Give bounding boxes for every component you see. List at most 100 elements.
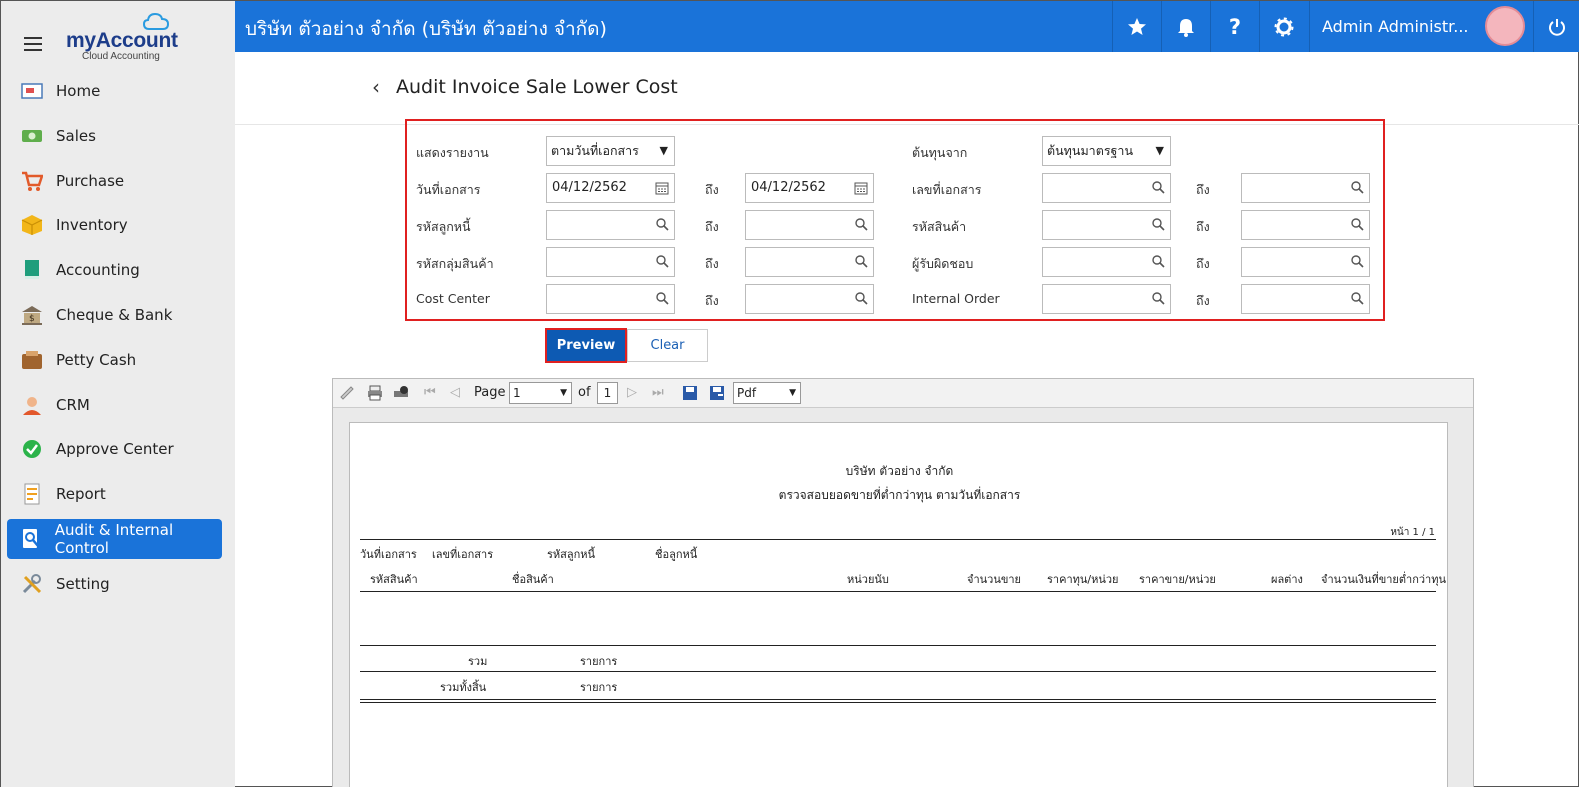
debtor-code-from-field[interactable] <box>546 210 675 240</box>
svg-text:$: $ <box>29 314 35 324</box>
col-amount-below-cost: จำนวนเงินที่ขายต่ำกว่าทุน <box>1321 573 1446 586</box>
logo-my: my <box>66 29 96 52</box>
doc-date-from-value: 04/12/2562 <box>552 180 627 195</box>
top-bar: บริษัท ตัวอย่าง จำกัด (บริษัท ตัวอย่าง จ… <box>235 1 1579 52</box>
star-icon <box>1128 17 1146 35</box>
search-icon[interactable] <box>656 292 669 305</box>
clear-button[interactable]: Clear <box>627 329 708 362</box>
notifications-button[interactable] <box>1161 1 1210 52</box>
sidebar-item-label: Cheque & Bank <box>56 305 173 324</box>
product-code-to-field[interactable] <box>1241 210 1370 240</box>
doc-no-from-field[interactable] <box>1042 173 1171 203</box>
search-icon[interactable] <box>1152 255 1165 268</box>
product-group-from-field[interactable] <box>546 247 675 277</box>
cost-from-select[interactable]: ต้นทุนมาตรฐาน ▼ <box>1042 136 1171 166</box>
prev-page-icon[interactable]: ◁ <box>450 385 460 400</box>
sidebar-item-purchase[interactable]: Purchase <box>7 161 222 201</box>
calendar-icon[interactable] <box>854 181 868 195</box>
search-icon[interactable] <box>1351 292 1364 305</box>
page-title: Audit Invoice Sale Lower Cost <box>396 76 678 98</box>
internal-order-to-field[interactable] <box>1241 284 1370 314</box>
doc-no-to-field[interactable] <box>1241 173 1370 203</box>
settings-button[interactable] <box>1259 1 1308 52</box>
sidebar-item-sales[interactable]: Sales <box>7 116 222 156</box>
search-icon[interactable] <box>656 255 669 268</box>
sidebar-item-inventory[interactable]: Inventory <box>7 205 222 245</box>
calendar-icon[interactable] <box>655 181 669 195</box>
responsible-to-field[interactable] <box>1241 247 1370 277</box>
show-report-select[interactable]: ตามวันที่เอกสาร ▼ <box>546 136 675 166</box>
search-icon[interactable] <box>1351 255 1364 268</box>
sidebar-item-report[interactable]: Report <box>7 474 222 514</box>
caret-down-icon: ▼ <box>659 144 668 157</box>
search-icon[interactable] <box>656 218 669 231</box>
edit-icon[interactable] <box>339 385 355 401</box>
search-icon[interactable] <box>1351 181 1364 194</box>
col-doc-date: วันที่เอกสาร <box>360 548 417 561</box>
divider <box>360 671 1436 672</box>
report-page: บริษัท ตัวอย่าง จำกัด ตรวจสอบยอดขายที่ต่… <box>349 422 1448 787</box>
search-icon[interactable] <box>1152 292 1165 305</box>
sidebar-item-label: Setting <box>56 574 110 593</box>
sidebar-item-label: Home <box>56 82 101 100</box>
export-format-select[interactable]: Pdf ▼ <box>733 382 801 404</box>
search-icon[interactable] <box>1152 181 1165 194</box>
logo[interactable]: myAccount Cloud Accounting <box>66 13 178 62</box>
sidebar-item-home[interactable]: Home <box>7 71 222 111</box>
export-icon[interactable] <box>709 385 725 401</box>
favorites-button[interactable] <box>1112 1 1161 52</box>
responsible-from-field[interactable] <box>1042 247 1171 277</box>
avatar[interactable] <box>1485 6 1525 46</box>
user-menu[interactable]: Admin Administr... <box>1309 1 1535 52</box>
bank-icon: $ <box>21 304 43 326</box>
product-code-from-field[interactable] <box>1042 210 1171 240</box>
sidebar-item-label: Purchase <box>56 171 125 190</box>
question-icon: ? <box>1228 14 1242 39</box>
to-label: ถึง <box>1196 293 1210 308</box>
doc-date-to-field[interactable]: 04/12/2562 <box>745 173 874 203</box>
sidebar-item-cheque-bank[interactable]: $ Cheque & Bank <box>7 295 222 335</box>
sidebar-item-label: Petty Cash <box>56 350 137 369</box>
viewer-toolbar: ⏮ ◁ Page 1 ▼ of 1 ▷ ⏭ Pdf ▼ <box>333 379 1473 408</box>
logo-account: Account <box>95 29 178 52</box>
last-page-icon[interactable]: ⏭ <box>652 385 664 400</box>
cost-center-from-field[interactable] <box>546 284 675 314</box>
back-icon[interactable]: ‹ <box>372 75 380 99</box>
product-group-to-field[interactable] <box>745 247 874 277</box>
help-button[interactable]: ? <box>1210 1 1259 52</box>
print-server-icon[interactable] <box>393 385 409 401</box>
menu-toggle-icon[interactable] <box>24 37 42 51</box>
cost-center-to-field[interactable] <box>745 284 874 314</box>
col-difference: ผลต่าง <box>1271 573 1303 586</box>
search-icon[interactable] <box>855 255 868 268</box>
export-format-value: Pdf <box>737 386 757 400</box>
cloud-icon <box>143 13 169 30</box>
print-icon[interactable] <box>367 385 383 401</box>
logout-button[interactable] <box>1533 1 1579 52</box>
page-number-select[interactable]: 1 ▼ <box>509 382 572 404</box>
search-icon[interactable] <box>855 218 868 231</box>
sidebar-item-petty-cash[interactable]: Petty Cash <box>7 340 222 380</box>
sidebar-item-setting[interactable]: Setting <box>7 564 222 604</box>
search-icon[interactable] <box>1351 218 1364 231</box>
save-icon[interactable] <box>682 385 698 401</box>
sidebar-item-label: Accounting <box>56 261 140 280</box>
show-report-value: ตามวันที่เอกสาร <box>551 143 639 158</box>
search-icon[interactable] <box>855 292 868 305</box>
internal-order-from-field[interactable] <box>1042 284 1171 314</box>
box-icon <box>21 214 43 236</box>
total-pages: 1 <box>597 382 618 404</box>
sidebar-item-audit-internal-control[interactable]: Audit & Internal Control <box>7 518 222 559</box>
sidebar-item-accounting[interactable]: Accounting <box>7 250 222 290</box>
doc-date-from-field[interactable]: 04/12/2562 <box>546 173 675 203</box>
first-page-icon[interactable]: ⏮ <box>424 385 436 400</box>
sidebar-item-approve-center[interactable]: Approve Center <box>7 429 222 469</box>
to-label: ถึง <box>1196 256 1210 271</box>
preview-button[interactable]: Preview <box>545 328 627 363</box>
next-page-icon[interactable]: ▷ <box>627 385 637 400</box>
search-icon[interactable] <box>1152 218 1165 231</box>
report-company: บริษัท ตัวอย่าง จำกัด <box>845 464 954 478</box>
of-label: of <box>578 385 591 400</box>
sidebar-item-crm[interactable]: CRM <box>7 385 222 425</box>
debtor-code-to-field[interactable] <box>745 210 874 240</box>
